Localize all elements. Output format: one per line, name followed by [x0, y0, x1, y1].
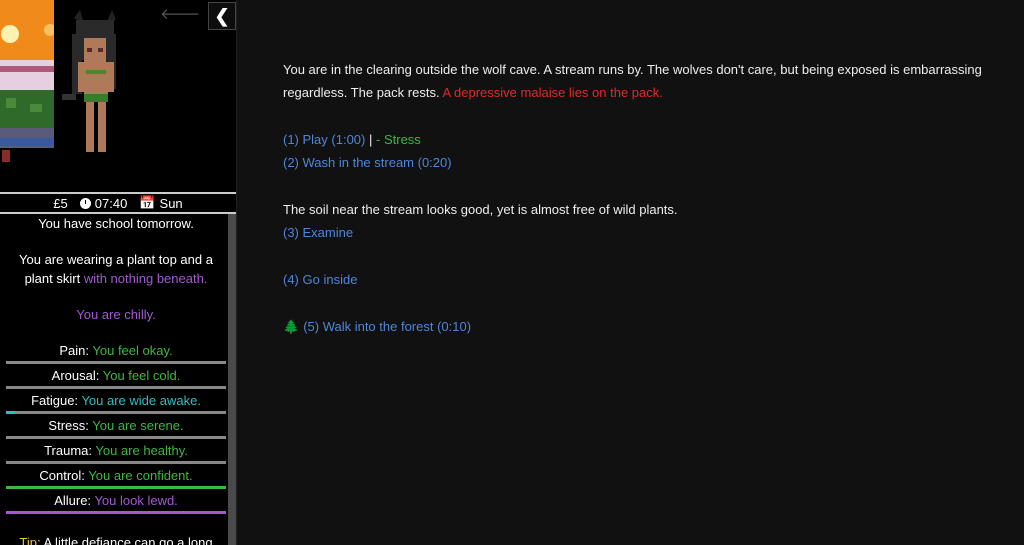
- stat-label: Fatigue:: [31, 393, 79, 408]
- stat-row: Control: You are confident.: [6, 466, 226, 485]
- back-arrow-icon[interactable]: 🡐: [160, 6, 206, 23]
- temperature-status: You are chilly.: [76, 307, 156, 322]
- stat-bar: [6, 511, 226, 514]
- money-display: £5: [53, 195, 68, 211]
- stat-value: You feel okay.: [92, 343, 173, 358]
- character-portrait-area: 🡐🡒 ❮: [0, 0, 236, 192]
- stat-bar: [6, 386, 226, 389]
- clothing-description: You are wearing a plant top and a plant …: [19, 252, 213, 286]
- sidebar-scrollbar[interactable]: [228, 214, 236, 545]
- stat-bar-fill: [6, 486, 226, 489]
- stats-list: Pain: You feel okay. Arousal: You feel co…: [6, 341, 226, 514]
- forest-link[interactable]: (5) Walk into the forest (0:10): [303, 319, 471, 334]
- location-scene-image: [0, 0, 54, 162]
- school-notice: You have school tomorrow.: [38, 216, 194, 231]
- stat-label: Arousal:: [51, 368, 100, 383]
- wash-link[interactable]: (2) Wash in the stream (0:20): [283, 155, 452, 170]
- stat-row: Trauma: You are healthy.: [6, 441, 226, 460]
- forest-icon: 🌲: [283, 319, 300, 334]
- soil-description: The soil near the stream looks good, yet…: [283, 202, 678, 217]
- stat-row: Stress: You are serene.: [6, 416, 226, 435]
- stat-bar-fill: [6, 511, 226, 514]
- stat-value: You are confident.: [88, 468, 193, 483]
- play-option: (1) Play (1:00) | - Stress: [283, 132, 421, 147]
- stat-value: You look lewd.: [94, 493, 178, 508]
- calendar-icon: 📅: [139, 195, 156, 210]
- character-avatar: [62, 10, 116, 152]
- stat-bar: [6, 411, 226, 414]
- sidebar: 🡐🡒 ❮ £5 07:40 📅Sun You have school tomor…: [0, 0, 237, 545]
- stat-label: Allure:: [54, 493, 92, 508]
- examine-link[interactable]: (3) Examine: [283, 225, 353, 240]
- stat-value: You are wide awake.: [81, 393, 201, 408]
- stat-row: Pain: You feel okay.: [6, 341, 226, 360]
- collapse-sidebar-button[interactable]: ❮: [208, 2, 236, 30]
- stat-bar: [6, 486, 226, 489]
- stat-row: Allure: You look lewd.: [6, 491, 226, 510]
- stat-bar-fill: [6, 411, 15, 414]
- status-panel: You have school tomorrow. You are wearin…: [6, 214, 226, 545]
- stat-label: Control:: [39, 468, 85, 483]
- day-display: 📅 Sun: [139, 195, 183, 211]
- stat-value: You are healthy.: [95, 443, 188, 458]
- stat-value: You are serene.: [92, 418, 184, 433]
- forest-option: 🌲 (5) Walk into the forest (0:10): [283, 315, 1013, 338]
- play-link[interactable]: (1) Play (1:00): [283, 132, 365, 147]
- stat-row: Fatigue: You are wide awake.: [6, 391, 226, 410]
- stat-bar: [6, 361, 226, 364]
- go-inside-link[interactable]: (4) Go inside: [283, 272, 357, 287]
- time-display: 07:40: [79, 196, 127, 211]
- stat-row: Arousal: You feel cold.: [6, 366, 226, 385]
- stat-bar: [6, 461, 226, 464]
- location-description: You are in the clearing outside the wolf…: [283, 62, 982, 100]
- stat-label: Pain:: [59, 343, 89, 358]
- clock-icon: [79, 197, 91, 209]
- chevron-left-icon: ❮: [214, 5, 230, 26]
- status-hud: £5 07:40 📅 Sun: [0, 194, 236, 212]
- passage-content: You are in the clearing outside the wolf…: [283, 58, 1013, 338]
- stat-bar: [6, 436, 226, 439]
- stat-label: Trauma:: [44, 443, 92, 458]
- tip: Tip: A little defiance can go a long way…: [19, 535, 213, 545]
- stat-label: Stress:: [48, 418, 89, 433]
- scrollbar-thumb[interactable]: [228, 214, 236, 545]
- stat-value: You feel cold.: [102, 368, 181, 383]
